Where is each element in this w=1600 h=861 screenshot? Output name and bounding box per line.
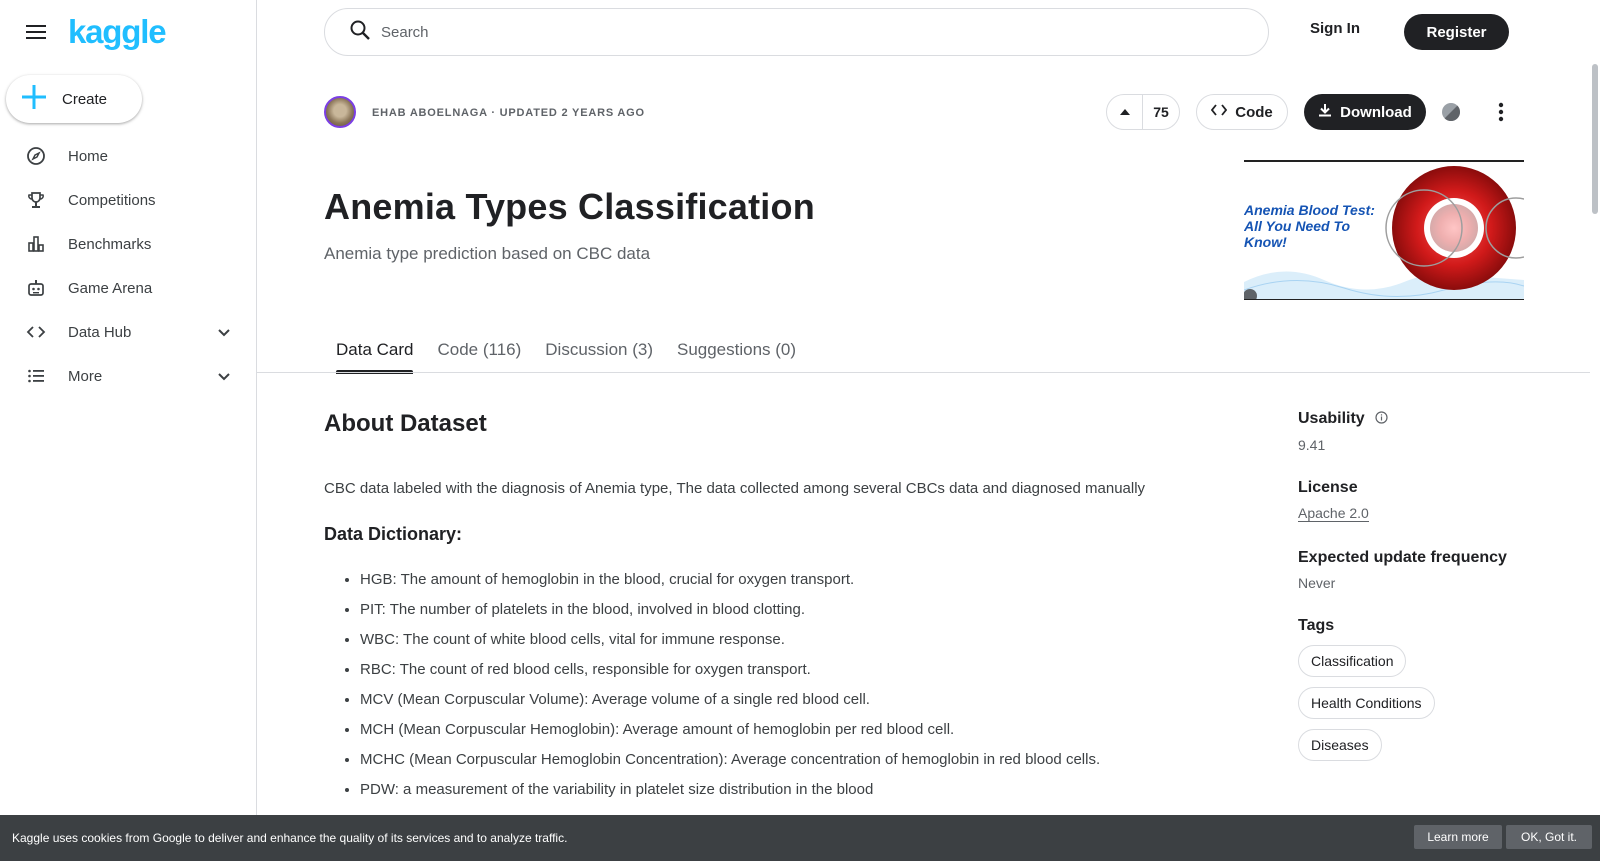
list-item: PDW: a measurement of the variability in… bbox=[360, 780, 1100, 810]
hamburger-menu-icon[interactable] bbox=[24, 20, 48, 44]
list-item: RBC: The count of red blood cells, respo… bbox=[360, 660, 1100, 690]
code-button-label: Code bbox=[1235, 103, 1273, 121]
frequency-heading: Expected update frequency bbox=[1298, 549, 1507, 566]
page-subtitle: Anemia type prediction based on CBC data bbox=[324, 244, 651, 263]
tag-chip[interactable]: Diseases bbox=[1298, 729, 1382, 761]
sidebar-item-benchmarks[interactable]: Benchmarks bbox=[0, 222, 256, 266]
upvote-count: 75 bbox=[1153, 104, 1169, 120]
banner-text: Anemia Blood Test: All You Need To Know! bbox=[1244, 202, 1375, 250]
tab-bar: Data Card Code (116) Discussion (3) Sugg… bbox=[324, 330, 808, 374]
chevron-down-icon[interactable] bbox=[216, 324, 232, 340]
sidebar-item-game-arena[interactable]: Game Arena bbox=[0, 266, 256, 310]
trophy-icon bbox=[26, 190, 46, 210]
usability-value: 9.41 bbox=[1298, 437, 1326, 453]
tags-heading: Tags bbox=[1298, 617, 1335, 634]
app: kaggle Create Home Competitions Benchmar… bbox=[0, 0, 1600, 861]
license-link[interactable]: Apache 2.0 bbox=[1298, 505, 1369, 522]
search-icon bbox=[349, 19, 371, 46]
sign-in-button[interactable]: Sign In bbox=[1310, 20, 1360, 37]
list-icon bbox=[26, 366, 46, 386]
sidebar-nav: Home Competitions Benchmarks Game Arena bbox=[0, 134, 256, 398]
tab-discussion[interactable]: Discussion (3) bbox=[533, 330, 665, 374]
tags-block: Tags Classification Health Conditions Di… bbox=[1298, 617, 1558, 761]
dataset-cover-image: Anemia Blood Test: All You Need To Know! bbox=[1244, 160, 1524, 300]
data-dictionary-list: HGB: The amount of hemoglobin in the blo… bbox=[360, 570, 1100, 810]
upvote-widget: 75 bbox=[1106, 94, 1180, 130]
robot-icon bbox=[26, 278, 46, 298]
upvote-button[interactable] bbox=[1107, 95, 1143, 129]
frequency-block: Expected update frequency Never bbox=[1298, 549, 1558, 591]
download-button[interactable]: Download bbox=[1304, 94, 1426, 130]
data-dictionary-heading: Data Dictionary: bbox=[324, 524, 463, 544]
create-label: Create bbox=[62, 90, 108, 108]
kaggle-logo[interactable]: kaggle bbox=[68, 15, 167, 48]
sidebar-item-label: Competitions bbox=[68, 191, 156, 209]
sidebar: kaggle Create Home Competitions Benchmar… bbox=[0, 0, 257, 861]
page-title: Anemia Types Classification bbox=[324, 186, 815, 227]
dataset-byline: EHAB ABOELNAGA · UPDATED 2 YEARS AGO bbox=[372, 107, 645, 119]
sidebar-item-label: Home bbox=[68, 147, 109, 165]
code-brackets-icon bbox=[1211, 103, 1228, 121]
sidebar-item-label: More bbox=[68, 367, 103, 385]
frequency-value: Never bbox=[1298, 575, 1336, 591]
register-button[interactable]: Register bbox=[1404, 14, 1509, 50]
bar-chart-icon bbox=[26, 234, 46, 254]
sidebar-item-data-hub[interactable]: Data Hub bbox=[0, 310, 256, 354]
list-item: MCV (Mean Corpuscular Volume): Average v… bbox=[360, 690, 1100, 720]
search-input[interactable] bbox=[381, 23, 1241, 41]
compass-icon bbox=[26, 146, 46, 166]
tab-suggestions[interactable]: Suggestions (0) bbox=[665, 330, 808, 374]
page-scrollbar[interactable] bbox=[1592, 64, 1598, 214]
about-heading: About Dataset bbox=[324, 410, 487, 437]
search-bar[interactable] bbox=[324, 8, 1269, 56]
ok-got-it-button[interactable]: OK, Got it. bbox=[1506, 825, 1592, 849]
about-description: CBC data labeled with the diagnosis of A… bbox=[324, 480, 1146, 497]
sidebar-header: kaggle bbox=[24, 15, 167, 48]
more-options-icon[interactable] bbox=[1491, 100, 1511, 124]
dataset-metadata: Usability 9.41 License Apache 2.0 Expect… bbox=[1298, 410, 1558, 787]
tag-chip[interactable]: Classification bbox=[1298, 645, 1407, 677]
sidebar-item-more[interactable]: More bbox=[0, 354, 256, 398]
usability-label: Usability bbox=[1298, 410, 1365, 427]
tab-divider bbox=[257, 372, 1590, 373]
sidebar-item-home[interactable]: Home bbox=[0, 134, 256, 178]
arrow-up-icon bbox=[1119, 109, 1130, 115]
code-brackets-icon bbox=[26, 322, 46, 342]
list-item: MCHC (Mean Corpuscular Hemoglobin Concen… bbox=[360, 750, 1100, 780]
list-item: MCH (Mean Corpuscular Hemoglobin): Avera… bbox=[360, 720, 1100, 750]
list-item: HGB: The amount of hemoglobin in the blo… bbox=[360, 570, 1100, 600]
license-heading: License bbox=[1298, 479, 1358, 496]
cookie-message: Kaggle uses cookies from Google to deliv… bbox=[12, 831, 568, 845]
tab-data-card[interactable]: Data Card bbox=[324, 330, 425, 374]
license-block: License Apache 2.0 bbox=[1298, 479, 1558, 523]
download-icon bbox=[1318, 103, 1332, 121]
code-button[interactable]: Code bbox=[1196, 94, 1288, 130]
download-button-label: Download bbox=[1340, 103, 1412, 121]
list-item: PIT: The number of platelets in the bloo… bbox=[360, 600, 1100, 630]
list-item: WBC: The count of white blood cells, vit… bbox=[360, 630, 1100, 660]
info-icon[interactable] bbox=[1375, 411, 1388, 429]
plus-icon bbox=[22, 84, 46, 114]
tag-chip[interactable]: Health Conditions bbox=[1298, 687, 1435, 719]
sidebar-item-label: Data Hub bbox=[68, 323, 132, 341]
usability-heading: Usability bbox=[1298, 410, 1558, 429]
usability-block: Usability 9.41 bbox=[1298, 410, 1558, 453]
sidebar-item-competitions[interactable]: Competitions bbox=[0, 178, 256, 222]
tag-list: Classification Health Conditions Disease… bbox=[1298, 635, 1558, 761]
cookie-banner: Kaggle uses cookies from Google to deliv… bbox=[0, 815, 1600, 861]
chevron-down-icon[interactable] bbox=[216, 368, 232, 384]
theme-toggle-icon[interactable] bbox=[1441, 102, 1461, 122]
sidebar-item-label: Benchmarks bbox=[68, 235, 152, 253]
tab-code[interactable]: Code (116) bbox=[425, 330, 533, 374]
create-button[interactable]: Create bbox=[6, 75, 142, 123]
learn-more-button[interactable]: Learn more bbox=[1414, 825, 1502, 849]
sidebar-item-label: Game Arena bbox=[68, 279, 153, 297]
avatar[interactable] bbox=[324, 96, 356, 128]
